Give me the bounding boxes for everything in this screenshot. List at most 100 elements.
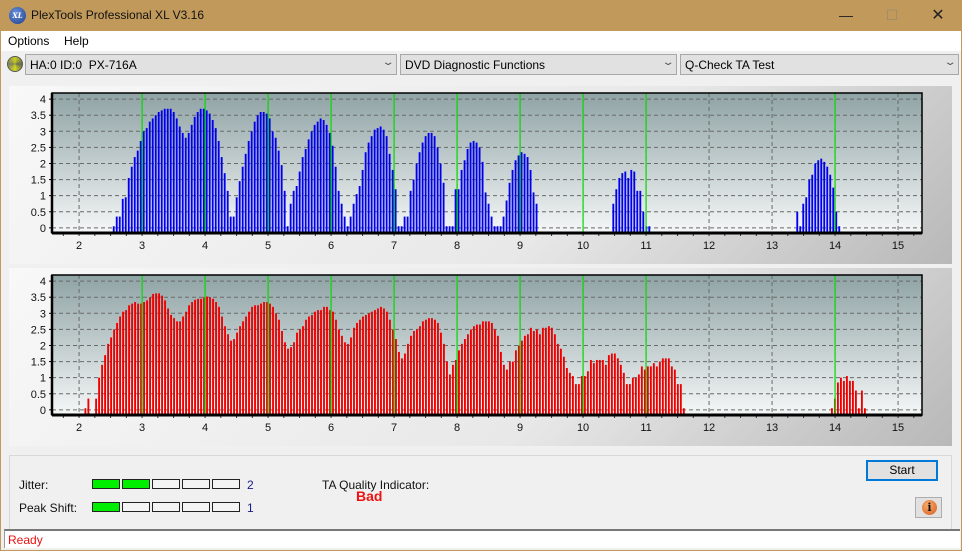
y-tick-label: 2.5 [31,324,46,336]
y-tick-label: 3 [40,308,46,320]
histogram-bar [676,384,679,415]
histogram-bar [190,124,193,233]
histogram-bar [121,198,124,233]
info-button[interactable]: i [915,497,942,518]
histogram-bar [502,216,505,233]
histogram-bar [811,174,814,233]
histogram-bar [272,306,274,415]
histogram-bar [430,132,433,233]
histogram-bar [457,189,460,233]
close-button[interactable]: ✕ [915,0,961,31]
y-tick-label: 3.5 [31,110,46,122]
histogram-bar [449,374,451,415]
histogram-bar [325,124,328,233]
histogram-bar [130,166,133,233]
histogram-bar [469,142,472,233]
histogram-bar [137,303,140,415]
histogram-bar [370,136,373,233]
minimize-button[interactable]: — [823,0,869,31]
histogram-bar [119,316,122,415]
start-button[interactable]: Start [866,460,938,481]
x-tick-label: 2 [76,240,82,252]
histogram-bar [209,297,211,415]
histogram-bar [664,358,667,415]
histogram-bar [175,118,178,233]
histogram-bar [251,306,253,415]
histogram-bar [421,142,424,233]
menu-options[interactable]: Options [8,34,49,48]
peak-shift-meter-segment [182,502,210,512]
histogram-bar [377,308,379,415]
histogram-bar [221,316,223,415]
histogram-bar [502,364,505,415]
histogram-bar [256,115,259,233]
x-tick-label: 8 [454,240,460,252]
histogram-bar [161,295,163,415]
histogram-bar [181,132,184,233]
histogram-bar [229,216,232,233]
histogram-bar [425,319,427,415]
histogram-bar [817,160,820,233]
histogram-bar [359,319,361,415]
histogram-bar [832,187,835,233]
histogram-bar [658,361,661,415]
drive-select-value: HA:0 ID:0 PX-716A [30,58,137,72]
histogram-bar [293,342,295,415]
histogram-bar [565,368,568,415]
histogram-bar [385,136,388,233]
histogram-bar [621,173,624,233]
histogram-bar [514,350,517,415]
histogram-bar [679,384,682,415]
histogram-bar [467,334,469,415]
x-tick-label: 8 [454,422,460,434]
top-chart-panel: 0 0.5 1 1.5 2 2.5 3 3.5 4 2 3 4 5 6 7 8 9 10 11 12 13 14 15 [9,86,952,264]
histogram-bar [631,377,634,415]
maximize-button[interactable]: ☐ [869,0,915,31]
histogram-bar [808,179,811,233]
histogram-bar [376,128,379,233]
histogram-bar [152,293,155,415]
histogram-bar [179,321,181,415]
menu-help[interactable]: Help [64,34,89,48]
histogram-bar [155,293,158,415]
function-select[interactable]: DVD Diagnostic Functions ⌄ [400,54,677,75]
histogram-bar [134,302,137,415]
histogram-bar [434,319,436,415]
histogram-bar [487,203,490,233]
x-tick-label: 13 [766,422,778,434]
peak-shift-meter-segment [122,502,150,512]
histogram-bar [562,356,565,415]
histogram-bar [595,359,598,415]
histogram-bar [454,189,457,233]
histogram-bar [365,314,367,415]
histogram-bar [238,181,241,233]
histogram-bar [194,299,196,415]
histogram-bar [541,327,544,415]
histogram-bar [142,131,145,233]
histogram-bar [476,324,478,415]
histogram-bar [163,108,166,233]
histogram-bar [630,169,633,233]
histogram-bar [652,363,655,415]
histogram-bar [842,380,845,415]
test-select[interactable]: Q-Check TA Test ⌄ [680,54,959,75]
histogram-bar [401,358,403,415]
histogram-bar [583,376,586,415]
histogram-bar [412,179,415,233]
histogram-bar [574,384,577,415]
y-tick-label: 4 [40,276,46,288]
histogram-bar [113,329,116,415]
histogram-bar [133,157,136,233]
function-select-value: DVD Diagnostic Functions [405,58,546,72]
histogram-bar [427,132,430,233]
histogram-bar [463,160,466,233]
histogram-bar [206,296,208,415]
histogram-bar [628,384,631,415]
histogram-bar [241,166,244,233]
histogram-bar [230,340,232,415]
histogram-bar [443,343,445,415]
histogram-bar [352,203,355,233]
histogram-bar [547,326,550,415]
drive-select[interactable]: HA:0 ID:0 PX-716A ⌄ [25,54,397,75]
histogram-bar [446,361,448,415]
